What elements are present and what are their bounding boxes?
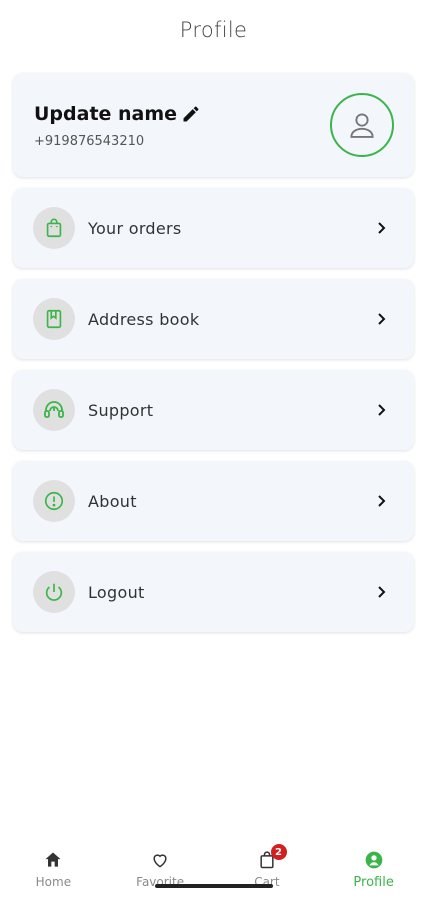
- profile-icon: [365, 851, 382, 869]
- menu-item-support[interactable]: Support: [13, 370, 414, 450]
- edit-pencil-icon[interactable]: [181, 104, 201, 124]
- menu-label: About: [88, 491, 137, 511]
- chevron-right-icon: [378, 404, 386, 416]
- address-book-icon: [46, 309, 62, 329]
- nav-item-cart[interactable]: 2 Cart: [214, 836, 321, 900]
- nav-label: Home: [35, 875, 72, 889]
- chevron-right-icon: [378, 313, 386, 325]
- menu-item-address-book[interactable]: Address book: [13, 279, 414, 359]
- nav-item-favorite[interactable]: Favorite: [107, 836, 214, 900]
- name-row[interactable]: Update name: [34, 103, 201, 125]
- menu-icon-circle: [33, 298, 75, 340]
- heart-icon: [153, 854, 167, 868]
- nav-item-profile[interactable]: Profile: [320, 836, 427, 900]
- headset-icon: [44, 401, 64, 418]
- shopping-bag-icon: [46, 218, 62, 238]
- info-icon: [44, 491, 64, 511]
- menu-item-your-orders[interactable]: Your orders: [13, 188, 414, 268]
- home-icon: [45, 852, 61, 867]
- nav-item-home[interactable]: Home: [0, 836, 107, 900]
- menu-icon-circle: [33, 389, 75, 431]
- user-outline-icon: [350, 113, 374, 138]
- user-name: Update name: [34, 103, 178, 125]
- home-indicator: [155, 884, 273, 888]
- menu-item-about[interactable]: About: [13, 461, 414, 541]
- menu-label: Support: [88, 400, 154, 420]
- menu-icon-circle: [33, 571, 75, 613]
- nav-label: Profile: [353, 875, 394, 890]
- cart-count-badge: 2: [270, 844, 287, 860]
- menu-icon-circle: [33, 480, 75, 522]
- menu-label: Address book: [88, 309, 200, 329]
- page-title: Profile: [179, 18, 248, 42]
- menu-label: Your orders: [88, 218, 182, 238]
- chevron-right-icon: [378, 222, 386, 234]
- menu-icon-circle: [33, 207, 75, 249]
- bottom-nav: Home Favorite 2 Cart Profile: [0, 836, 427, 900]
- chevron-right-icon: [378, 495, 386, 507]
- profile-card: Update name +919876543210: [13, 73, 414, 177]
- menu-item-logout[interactable]: Logout: [13, 552, 414, 632]
- avatar[interactable]: [330, 93, 394, 157]
- chevron-right-icon: [378, 586, 386, 598]
- power-icon: [45, 583, 63, 601]
- phone-number: +919876543210: [34, 134, 145, 149]
- menu-label: Logout: [88, 582, 145, 602]
